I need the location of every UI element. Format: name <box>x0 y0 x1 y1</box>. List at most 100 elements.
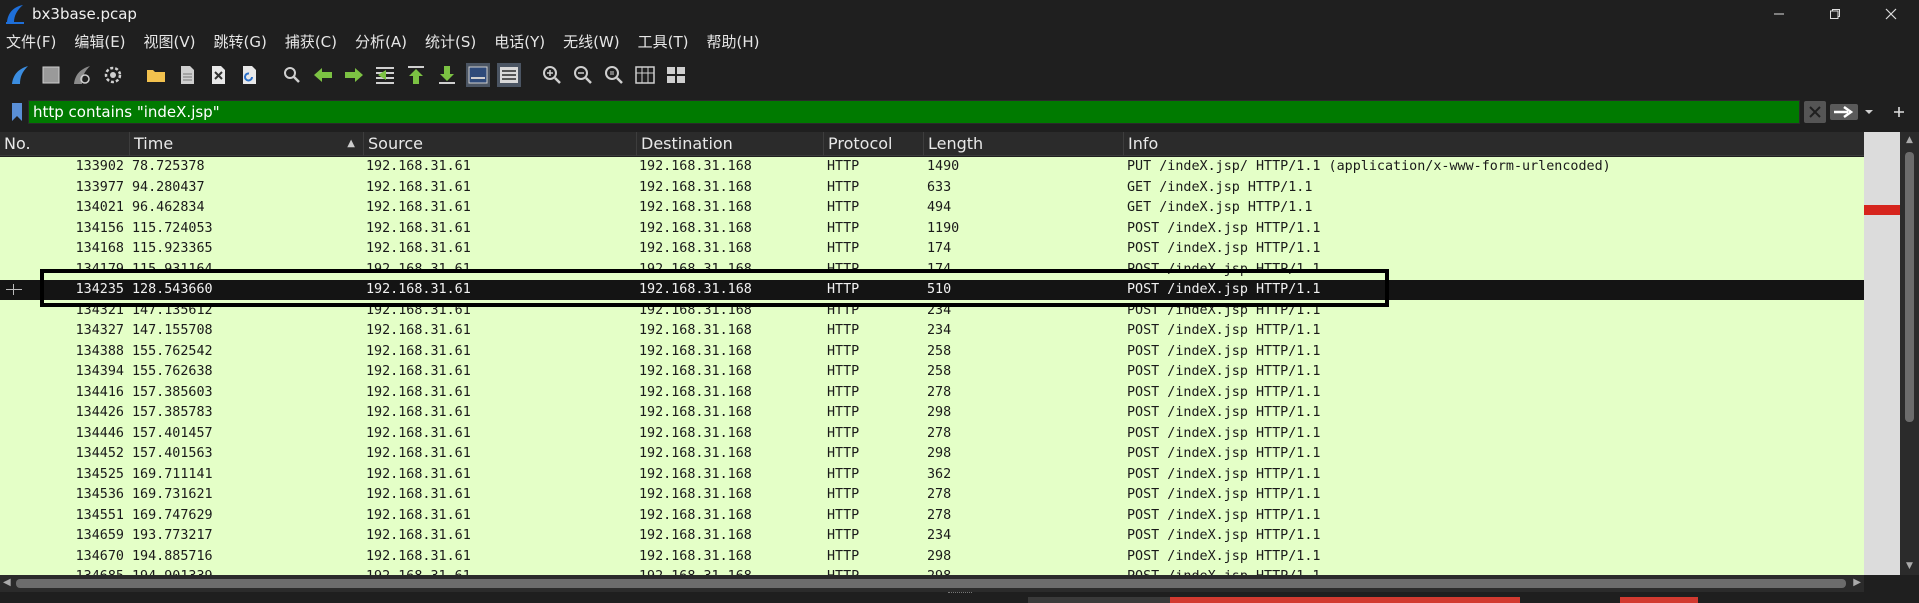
cell-no: 134670 <box>75 548 124 564</box>
filter-bookmark-button[interactable] <box>6 100 28 124</box>
horizontal-scroll-thumb[interactable] <box>16 579 1846 588</box>
column-header-source[interactable]: Source <box>364 132 637 156</box>
cell-dst: 192.168.31.168 <box>639 261 752 277</box>
cell-src: 192.168.31.61 <box>366 159 471 174</box>
menu-telephony[interactable]: 电话(Y) <box>494 31 545 52</box>
table-row[interactable]: 134551 169.747629 192.168.31.61 192.168.31.… <box>0 506 1864 526</box>
cell-src: 192.168.31.61 <box>366 323 471 338</box>
menu-analyze[interactable]: 分析(A) <box>355 31 407 52</box>
table-row[interactable]: 134452 157.401563 192.168.31.61 192.168.31.… <box>0 444 1864 464</box>
menu-statistics[interactable]: 统计(S) <box>425 31 476 52</box>
menu-help[interactable]: 帮助(H) <box>707 31 760 52</box>
column-header-time-label: Time <box>134 134 174 153</box>
column-header-destination[interactable]: Destination <box>637 132 824 156</box>
vertical-scrollbar[interactable]: ▲ ▼ <box>1900 132 1919 575</box>
menu-view[interactable]: 视图(V) <box>144 31 196 52</box>
cell-dst: 192.168.31.168 <box>639 200 752 215</box>
cell-proto: HTTP <box>827 200 860 215</box>
add-filter-button-button[interactable] <box>1887 101 1911 123</box>
close-button[interactable] <box>1863 0 1919 28</box>
cell-info: POST /indeX.jsp HTTP/1.1 <box>1127 220 1321 236</box>
table-row[interactable]: 134388 155.762542 192.168.31.61 192.168.31.… <box>0 342 1864 362</box>
table-row[interactable]: 134659 193.773217 192.168.31.61 192.168.31.… <box>0 526 1864 546</box>
start-capture-button[interactable] <box>8 63 32 87</box>
cell-time: 157.401457 <box>132 425 213 441</box>
table-row-selected[interactable]: 134235 128.543660 192.168.31.61 192.168.31.… <box>0 280 1864 300</box>
table-row[interactable]: 134394 155.762638 192.168.31.61 192.168.31.… <box>0 362 1864 382</box>
reload-file-button[interactable] <box>237 63 261 87</box>
resize-columns-button[interactable] <box>633 63 657 87</box>
table-row[interactable]: 134021 96.462834 192.168.31.61 192.168.31.1… <box>0 198 1864 218</box>
apply-filter-button[interactable] <box>1829 101 1859 123</box>
table-row[interactable]: 134426 157.385783 192.168.31.61 192.168.31.… <box>0 403 1864 423</box>
cell-time: 147.135612 <box>132 302 213 318</box>
menu-capture[interactable]: 捕获(C) <box>285 31 337 52</box>
maximize-button[interactable] <box>1807 0 1863 28</box>
cell-src: 192.168.31.61 <box>366 487 471 502</box>
filter-history-dropdown[interactable] <box>1859 101 1879 123</box>
go-back-button[interactable] <box>311 63 335 87</box>
go-forward-button[interactable] <box>342 63 366 87</box>
scroll-left-icon[interactable]: ◀ <box>3 577 11 588</box>
find-packet-button[interactable] <box>280 63 304 87</box>
autoscroll-button[interactable] <box>466 63 490 87</box>
packet-minimap[interactable] <box>1864 132 1900 575</box>
table-row[interactable]: 134179 115.931164 192.168.31.61 192.168.31.… <box>0 260 1864 280</box>
last-packet-button[interactable] <box>435 63 459 87</box>
packet-list-header: No. Time ▲ Source Destination Protocol L… <box>0 132 1864 156</box>
layout-button[interactable] <box>664 63 688 87</box>
cell-len: 278 <box>927 507 952 523</box>
cell-time: 169.731621 <box>132 487 213 502</box>
restart-capture-button[interactable] <box>70 63 94 87</box>
table-row[interactable]: 134327 147.155708 192.168.31.61 192.168.31.… <box>0 321 1864 341</box>
table-row[interactable]: 134168 115.923365 192.168.31.61 192.168.31.… <box>0 239 1864 259</box>
zoom-out-button[interactable] <box>571 63 595 87</box>
menu-wireless[interactable]: 无线(W) <box>563 31 620 52</box>
table-row[interactable]: 134536 169.731621 192.168.31.61 192.168.31.… <box>0 485 1864 505</box>
cell-no: 134321 <box>75 302 124 318</box>
display-filter-input[interactable] <box>29 101 1799 123</box>
minimap-selection-marker <box>1864 205 1900 215</box>
table-row[interactable]: 134416 157.385603 192.168.31.61 192.168.31.… <box>0 383 1864 403</box>
colorize-button[interactable] <box>497 63 521 87</box>
normal-size-button[interactable] <box>602 63 626 87</box>
menu-file[interactable]: 文件(F) <box>6 31 56 52</box>
first-packet-button[interactable] <box>404 63 428 87</box>
table-row[interactable]: 133977 94.280437 192.168.31.61 192.168.31.1… <box>0 178 1864 198</box>
vertical-scroll-thumb[interactable] <box>1905 152 1914 422</box>
table-row[interactable]: 134525 169.711141 192.168.31.61 192.168.31.… <box>0 465 1864 485</box>
zoom-in-button[interactable] <box>540 63 564 87</box>
cell-proto: HTTP <box>827 405 860 420</box>
column-header-no[interactable]: No. <box>0 132 130 156</box>
column-header-length[interactable]: Length <box>924 132 1124 156</box>
close-file-button[interactable] <box>206 63 230 87</box>
horizontal-scrollbar[interactable]: ◀ ▶ <box>0 575 1864 592</box>
table-row[interactable]: 134156 115.724053 192.168.31.61 192.168.31.… <box>0 219 1864 239</box>
table-row[interactable]: 134685 194.901339 192.168.31.61 192.168.31.… <box>0 567 1864 575</box>
column-header-time[interactable]: Time ▲ <box>130 132 364 156</box>
menu-tools[interactable]: 工具(T) <box>638 31 689 52</box>
save-file-button[interactable] <box>175 63 199 87</box>
cell-proto: HTTP <box>827 343 860 359</box>
detail-pane-error-segment <box>1170 597 1520 603</box>
table-row[interactable]: 134321 147.135612 192.168.31.61 192.168.31.… <box>0 301 1864 321</box>
scroll-right-icon[interactable]: ▶ <box>1853 577 1861 588</box>
cell-len: 298 <box>927 405 952 420</box>
menu-edit[interactable]: 编辑(E) <box>74 31 125 52</box>
detail-pane-edge <box>0 595 1919 603</box>
table-row[interactable]: 133902 78.725378 192.168.31.61 192.168.31.1… <box>0 157 1864 177</box>
stop-capture-button[interactable] <box>39 63 63 87</box>
scroll-up-icon[interactable]: ▲ <box>1904 135 1915 146</box>
table-row[interactable]: 134670 194.885716 192.168.31.61 192.168.31.… <box>0 547 1864 567</box>
minimize-button[interactable] <box>1751 0 1807 28</box>
go-to-packet-button[interactable] <box>373 63 397 87</box>
table-row[interactable]: 134446 157.401457 192.168.31.61 192.168.31.… <box>0 424 1864 444</box>
menu-go[interactable]: 跳转(G) <box>214 31 267 52</box>
clear-filter-button[interactable] <box>1804 101 1826 123</box>
scroll-down-icon[interactable]: ▼ <box>1904 561 1915 572</box>
column-header-protocol[interactable]: Protocol <box>824 132 924 156</box>
open-file-button[interactable] <box>144 63 168 87</box>
column-header-info[interactable]: Info <box>1124 132 1864 156</box>
cell-time: 115.923365 <box>132 241 213 256</box>
capture-options-button[interactable] <box>101 63 125 87</box>
